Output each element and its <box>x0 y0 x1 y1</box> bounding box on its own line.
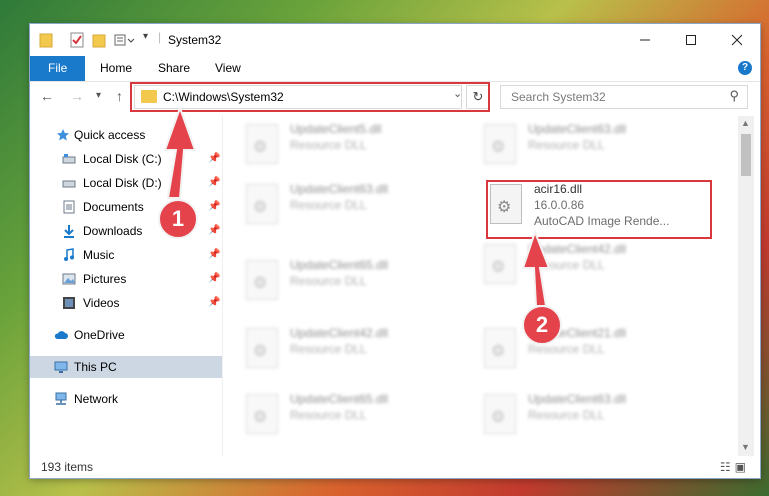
arrow-2 <box>521 229 551 307</box>
step-marker-1: 1 <box>158 199 198 239</box>
arrow-1 <box>163 105 197 199</box>
step-marker-2: 2 <box>522 305 562 345</box>
annotation-arrows <box>163 105 551 307</box>
